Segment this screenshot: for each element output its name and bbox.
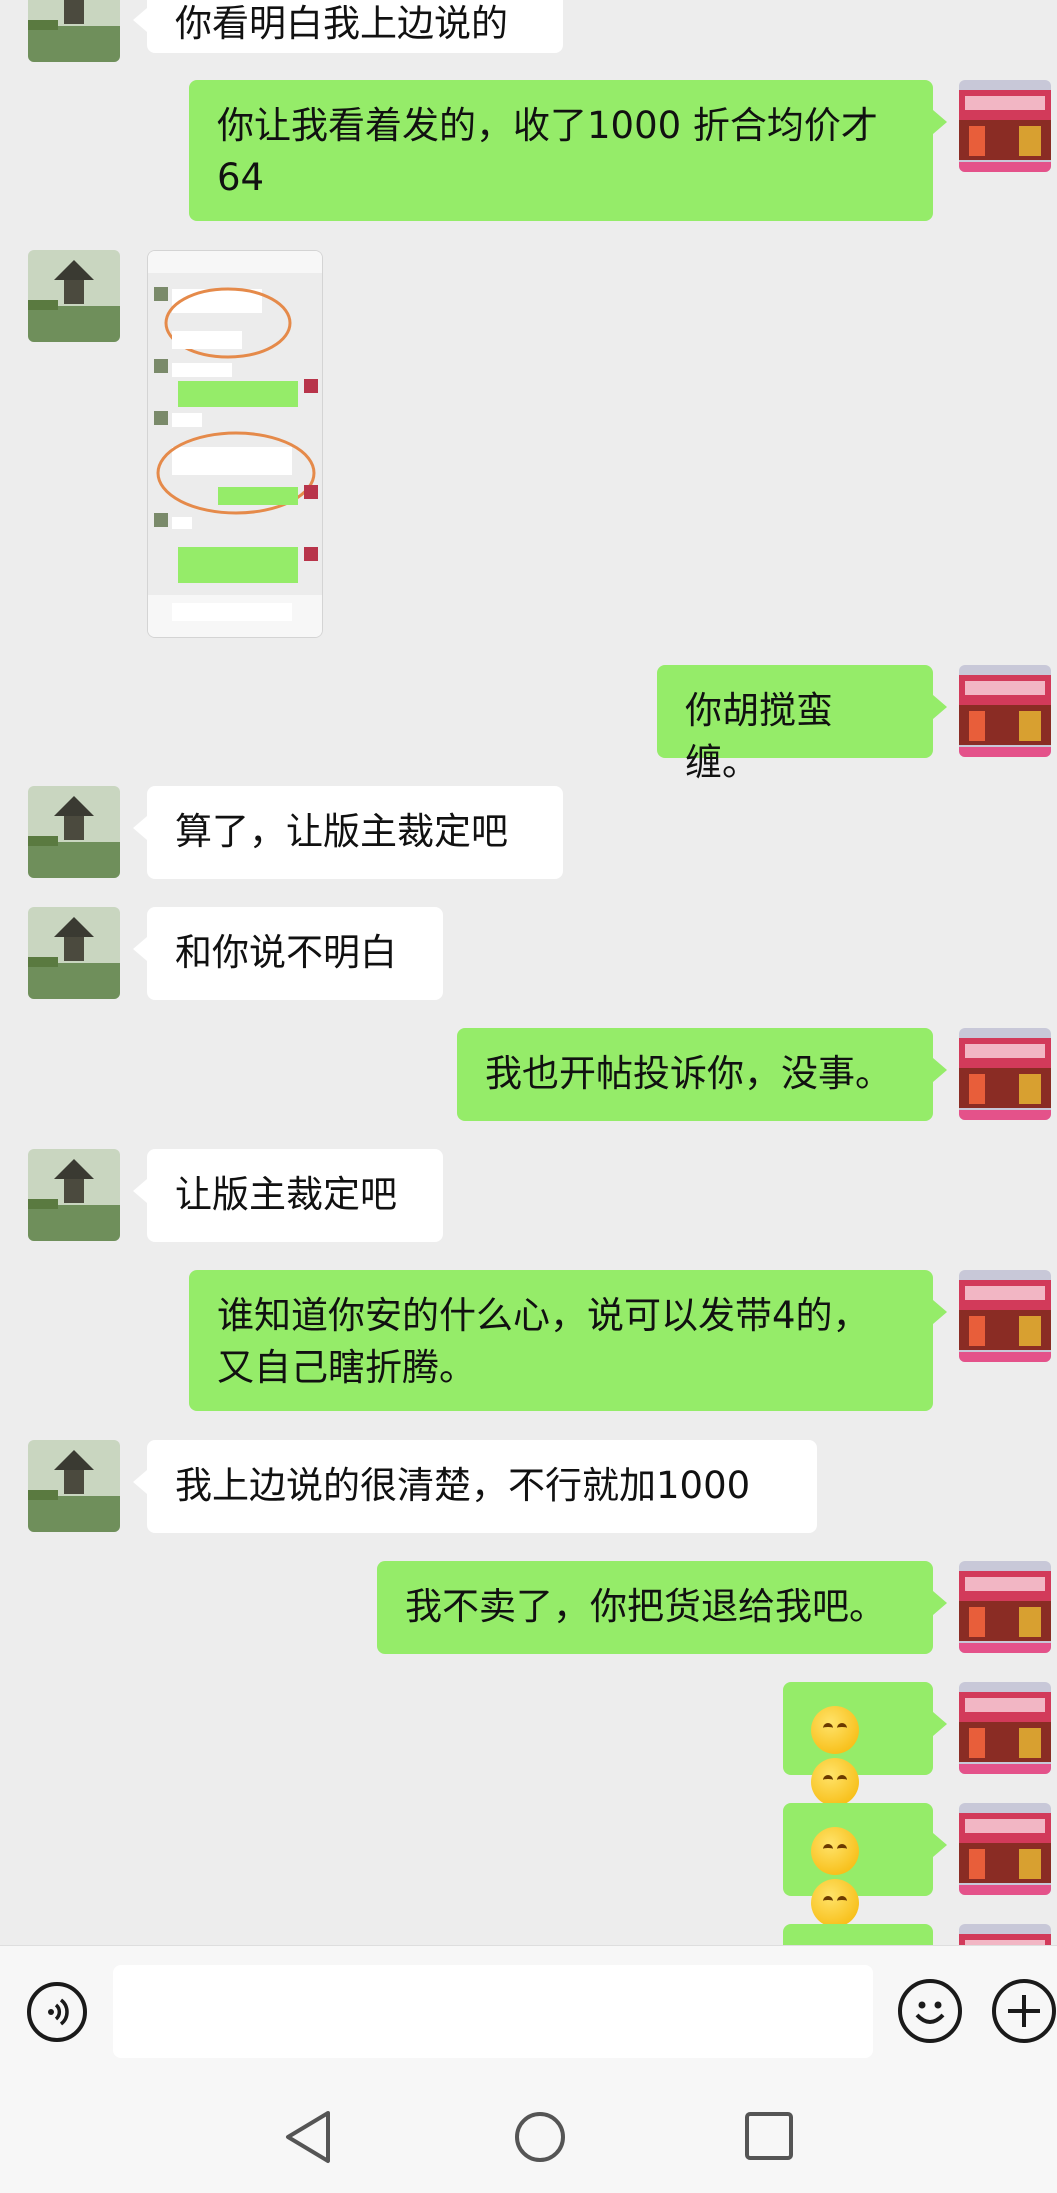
image-message-screenshot[interactable] <box>147 250 323 638</box>
square-recents-icon[interactable] <box>744 2111 794 2161</box>
chat-input-bar <box>0 1945 1057 2084</box>
smirk-emoji <box>811 1878 859 1927</box>
my-avatar[interactable] <box>959 1270 1051 1362</box>
my-avatar[interactable] <box>959 1682 1051 1774</box>
voice-icon[interactable] <box>27 1982 87 2042</box>
incoming-message[interactable]: 你看明白我上边说的 <box>133 0 563 53</box>
smirk-emoji <box>811 1826 859 1875</box>
outgoing-emoji-message[interactable] <box>783 1803 947 1927</box>
outgoing-message[interactable]: 我不卖了，你把货退给我吧。 <box>377 1561 947 1654</box>
outgoing-message[interactable]: 你让我看着发的，收了1000 折合均价才64 <box>189 80 947 221</box>
outgoing-message-partial[interactable] <box>783 1924 933 1945</box>
incoming-message[interactable]: 让版主裁定吧 <box>133 1149 443 1242</box>
outgoing-message[interactable]: 你胡搅蛮缠。 <box>657 665 947 784</box>
incoming-message[interactable]: 我上边说的很清楚，不行就加1000 <box>133 1440 817 1533</box>
my-avatar[interactable] <box>959 1924 1051 1945</box>
message-input[interactable] <box>113 1965 873 2058</box>
my-avatar[interactable] <box>959 665 1051 757</box>
outgoing-emoji-message[interactable] <box>783 1682 947 1806</box>
emoji-icon[interactable] <box>898 1979 962 2043</box>
circle-home-icon[interactable] <box>513 2110 567 2164</box>
my-avatar[interactable] <box>959 1803 1051 1895</box>
plus-icon[interactable] <box>992 1979 1056 2043</box>
contact-avatar[interactable] <box>28 1149 120 1241</box>
contact-avatar[interactable] <box>28 786 120 878</box>
outgoing-message[interactable]: 我也开帖投诉你，没事。 <box>457 1028 947 1121</box>
contact-avatar[interactable] <box>28 907 120 999</box>
contact-avatar[interactable] <box>28 0 120 62</box>
smirk-emoji <box>811 1757 859 1806</box>
my-avatar[interactable] <box>959 1028 1051 1120</box>
chat-message-list[interactable]: 你看明白我上边说的 你让我看着发的，收了1000 折合均价才64 你胡搅蛮缠。 … <box>0 0 1057 1945</box>
incoming-message[interactable]: 和你说不明白 <box>133 907 443 1000</box>
triangle-back-icon[interactable] <box>284 2109 332 2165</box>
contact-avatar[interactable] <box>28 250 120 342</box>
incoming-message[interactable]: 算了，让版主裁定吧 <box>133 786 563 879</box>
system-nav-bar <box>0 2083 1057 2193</box>
my-avatar[interactable] <box>959 1561 1051 1653</box>
smirk-emoji <box>811 1705 859 1754</box>
contact-avatar[interactable] <box>28 1440 120 1532</box>
outgoing-message[interactable]: 谁知道你安的什么心，说可以发带4的，又自己瞎折腾。 <box>189 1270 947 1411</box>
my-avatar[interactable] <box>959 80 1051 172</box>
